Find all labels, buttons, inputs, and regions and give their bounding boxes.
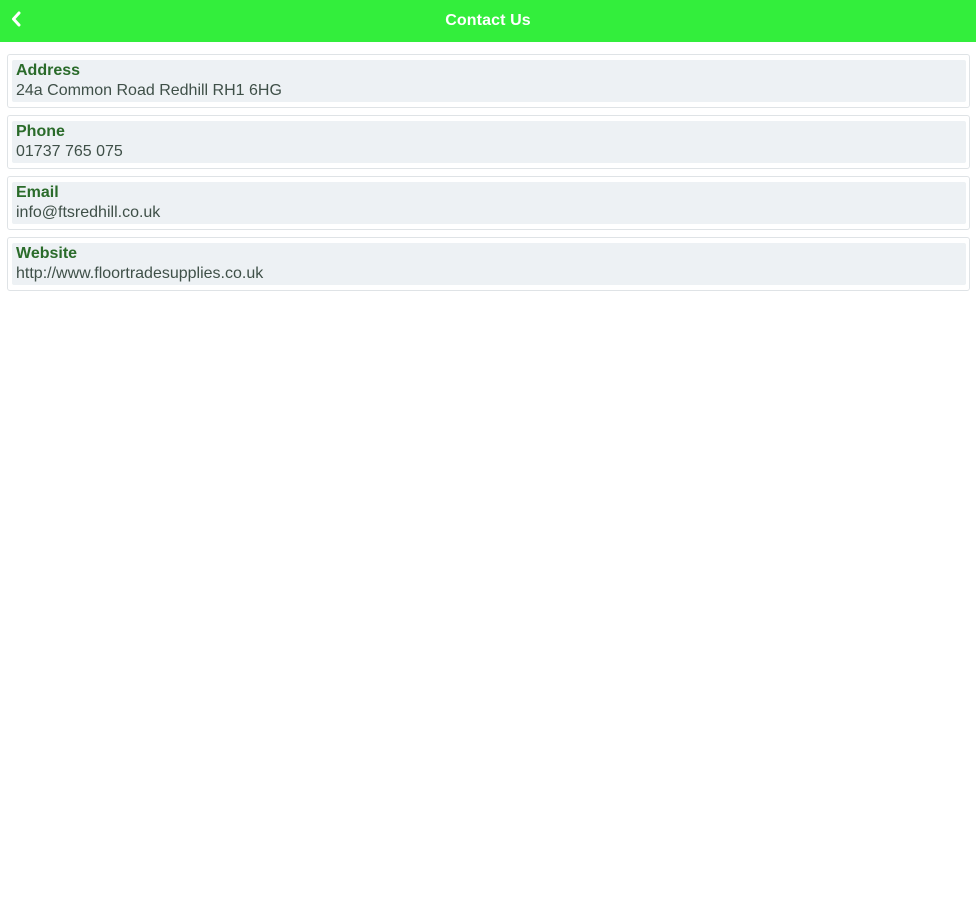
- phone-link[interactable]: 01737 765 075: [16, 142, 962, 162]
- contact-item-website[interactable]: Website http://www.floortradesupplies.co…: [7, 237, 970, 291]
- contact-label: Website: [16, 245, 78, 262]
- contact-item-phone[interactable]: Phone 01737 765 075: [7, 115, 970, 169]
- contact-item-address: Address 24a Common Road Redhill RH1 6HG: [7, 54, 970, 108]
- contact-item-body: Website http://www.floortradesupplies.co…: [12, 243, 966, 285]
- contact-label: Address: [16, 62, 81, 79]
- contact-item-body: Phone 01737 765 075: [12, 121, 966, 163]
- contact-label: Email: [16, 184, 59, 201]
- contact-label: Phone: [16, 123, 65, 140]
- website-link[interactable]: http://www.floortradesupplies.co.uk: [16, 264, 962, 284]
- contact-item-body: Address 24a Common Road Redhill RH1 6HG: [12, 60, 966, 102]
- contact-item-email[interactable]: Email info@ftsredhill.co.uk: [7, 176, 970, 230]
- contact-item-body: Email info@ftsredhill.co.uk: [12, 182, 966, 224]
- header-bar: Contact Us: [0, 0, 976, 42]
- address-value: 24a Common Road Redhill RH1 6HG: [16, 82, 282, 99]
- email-link[interactable]: info@ftsredhill.co.uk: [16, 203, 962, 223]
- page-title: Contact Us: [445, 12, 531, 29]
- contact-list: Address 24a Common Road Redhill RH1 6HG …: [7, 54, 970, 298]
